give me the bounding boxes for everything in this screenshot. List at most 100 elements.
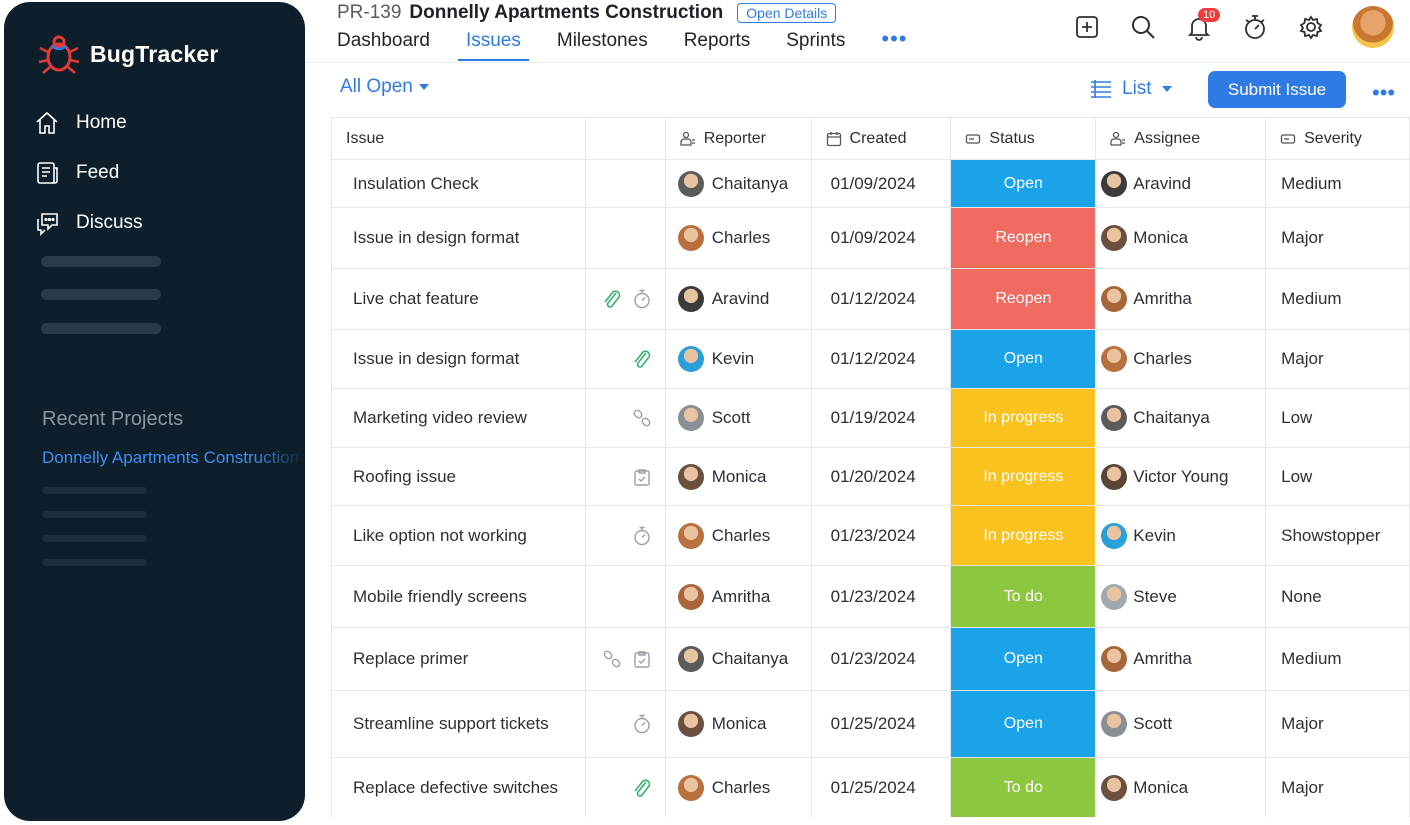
column-header-issue[interactable]: Issue	[332, 118, 586, 159]
issue-title-cell[interactable]: Mobile friendly screens	[332, 566, 586, 627]
table-row[interactable]: Replace primer Chaitanya 01/23/2024 Open Amr…	[332, 628, 1410, 691]
assignee-cell[interactable]: Charles	[1096, 330, 1267, 388]
severity-cell[interactable]: Low	[1266, 448, 1410, 505]
issue-title-cell[interactable]: Issue in design format	[332, 330, 586, 388]
brand[interactable]: BugTracker	[36, 32, 219, 76]
tab-sprints[interactable]: Sprints	[786, 30, 845, 58]
reporter-cell[interactable]: Monica	[666, 691, 812, 757]
link-icon[interactable]	[601, 648, 623, 670]
reporter-cell[interactable]: Chaitanya	[666, 160, 812, 207]
sidebar-item-discuss[interactable]: Discuss	[34, 198, 294, 248]
column-header-severity[interactable]: Severity	[1266, 118, 1410, 159]
status-cell[interactable]: In progress	[951, 506, 1097, 565]
reporter-cell[interactable]: Monica	[666, 448, 812, 505]
status-cell[interactable]: Open	[951, 160, 1097, 207]
assignee-cell[interactable]: Steve	[1096, 566, 1267, 627]
assignee-cell[interactable]: Monica	[1096, 208, 1267, 268]
timer-icon[interactable]	[1240, 12, 1270, 42]
severity-cell[interactable]: Showstopper	[1266, 506, 1410, 565]
status-cell[interactable]: To do	[951, 566, 1097, 627]
table-row[interactable]: Live chat feature Aravind 01/12/2024 Reopen…	[332, 269, 1410, 330]
table-row[interactable]: Streamline support tickets Monica 01/25/20…	[332, 691, 1410, 758]
bell-icon[interactable]: 10	[1184, 8, 1221, 42]
status-cell[interactable]: Reopen	[951, 269, 1097, 329]
assignee-cell[interactable]: Chaitanya	[1096, 389, 1267, 447]
open-details-button[interactable]: Open Details	[737, 3, 837, 23]
table-row[interactable]: Insulation Check Chaitanya 01/09/2024 Open A…	[332, 160, 1410, 208]
task-icon[interactable]	[631, 648, 653, 670]
submit-issue-button[interactable]: Submit Issue	[1208, 71, 1346, 108]
severity-cell[interactable]: Major	[1266, 691, 1410, 757]
table-row[interactable]: Marketing video review Scott 01/19/2024 In …	[332, 389, 1410, 448]
tab-milestones[interactable]: Milestones	[557, 30, 648, 58]
severity-cell[interactable]: None	[1266, 566, 1410, 627]
timer-icon[interactable]	[631, 525, 653, 547]
status-cell[interactable]: To do	[951, 758, 1097, 817]
issue-title-cell[interactable]: Roofing issue	[332, 448, 586, 505]
status-cell[interactable]: Open	[951, 330, 1097, 388]
assignee-cell[interactable]: Victor Young	[1096, 448, 1267, 505]
tab-issues[interactable]: Issues	[457, 30, 529, 61]
search-icon[interactable]	[1128, 12, 1158, 42]
issue-title-cell[interactable]: Replace primer	[332, 628, 586, 690]
more-tabs-button[interactable]: •••	[881, 26, 907, 58]
issue-title-cell[interactable]: Live chat feature	[332, 269, 586, 329]
timer-icon[interactable]	[631, 288, 653, 310]
column-header-reporter[interactable]: Reporter	[666, 118, 812, 159]
table-row[interactable]: Like option not working Charles 01/23/2024…	[332, 506, 1410, 566]
tab-dashboard[interactable]: Dashboard	[337, 30, 430, 58]
status-cell[interactable]: Open	[951, 691, 1097, 757]
reporter-cell[interactable]: Charles	[666, 758, 812, 817]
severity-cell[interactable]: Major	[1266, 758, 1410, 817]
assignee-cell[interactable]: Monica	[1096, 758, 1267, 817]
column-header-created[interactable]: Created	[812, 118, 952, 159]
sidebar-item-home[interactable]: Home	[34, 98, 294, 148]
severity-cell[interactable]: Medium	[1266, 628, 1410, 690]
user-avatar[interactable]	[1352, 6, 1394, 48]
reporter-cell[interactable]: Aravind	[666, 269, 812, 329]
tab-reports[interactable]: Reports	[684, 30, 751, 58]
timer-icon[interactable]	[631, 713, 653, 735]
assignee-cell[interactable]: Kevin	[1096, 506, 1267, 565]
issue-title-cell[interactable]: Replace defective switches	[332, 758, 586, 817]
reporter-cell[interactable]: Amritha	[666, 566, 812, 627]
more-options-button[interactable]: •••	[1372, 80, 1395, 106]
assignee-cell[interactable]: Amritha	[1096, 628, 1267, 690]
table-row[interactable]: Issue in design format Charles 01/09/2024 R…	[332, 208, 1410, 269]
sidebar-item-feed[interactable]: Feed	[34, 148, 294, 198]
attachment-icon[interactable]	[631, 777, 653, 799]
reporter-cell[interactable]: Charles	[666, 506, 812, 565]
reporter-cell[interactable]: Charles	[666, 208, 812, 268]
filter-dropdown[interactable]: All Open	[340, 76, 429, 98]
settings-icon[interactable]	[1296, 12, 1326, 42]
add-icon[interactable]	[1072, 12, 1102, 42]
task-icon[interactable]	[631, 466, 653, 488]
severity-cell[interactable]: Medium	[1266, 160, 1410, 207]
link-icon[interactable]	[631, 407, 653, 429]
issue-title-cell[interactable]: Marketing video review	[332, 389, 586, 447]
status-cell[interactable]: Reopen	[951, 208, 1097, 268]
severity-cell[interactable]: Major	[1266, 208, 1410, 268]
assignee-cell[interactable]: Aravind	[1096, 160, 1267, 207]
issue-title-cell[interactable]: Streamline support tickets	[332, 691, 586, 757]
status-cell[interactable]: In progress	[951, 389, 1097, 447]
status-cell[interactable]: Open	[951, 628, 1097, 690]
assignee-cell[interactable]: Scott	[1096, 691, 1267, 757]
view-switcher[interactable]: List	[1090, 78, 1172, 100]
severity-cell[interactable]: Low	[1266, 389, 1410, 447]
reporter-cell[interactable]: Chaitanya	[666, 628, 812, 690]
issue-title-cell[interactable]: Like option not working	[332, 506, 586, 565]
reporter-cell[interactable]: Scott	[666, 389, 812, 447]
reporter-cell[interactable]: Kevin	[666, 330, 812, 388]
column-header-assignee[interactable]: Assignee	[1096, 118, 1267, 159]
table-row[interactable]: Issue in design format Kevin 01/12/2024 Ope…	[332, 330, 1410, 389]
attachment-icon[interactable]	[601, 288, 623, 310]
status-cell[interactable]: In progress	[951, 448, 1097, 505]
severity-cell[interactable]: Medium	[1266, 269, 1410, 329]
issue-title-cell[interactable]: Issue in design format	[332, 208, 586, 268]
assignee-cell[interactable]: Amritha	[1096, 269, 1267, 329]
issue-title-cell[interactable]: Insulation Check	[332, 160, 586, 207]
column-header-status[interactable]: Status	[951, 118, 1097, 159]
table-row[interactable]: Mobile friendly screens Amritha 01/23/2024…	[332, 566, 1410, 628]
severity-cell[interactable]: Major	[1266, 330, 1410, 388]
